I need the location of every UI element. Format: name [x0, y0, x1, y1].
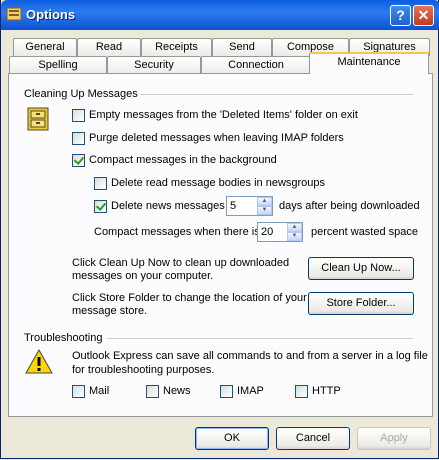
- cleanup-group-label: Cleaning Up Messages: [24, 88, 138, 100]
- delete-news-label[interactable]: Delete news messages: [111, 200, 225, 212]
- compact-percent-value[interactable]: 20: [261, 226, 273, 238]
- log-imap-checkbox[interactable]: [220, 385, 233, 398]
- empty-deleted-label[interactable]: Empty messages from the 'Deleted Items' …: [89, 109, 358, 121]
- help-button[interactable]: ?: [390, 5, 411, 26]
- log-news-label[interactable]: News: [163, 385, 191, 397]
- purge-imap-checkbox[interactable]: [72, 132, 85, 145]
- troubleshooting-description-line1: Outlook Express can save all commands to…: [72, 350, 428, 362]
- tab-send[interactable]: Send: [212, 38, 272, 56]
- spin-up-icon[interactable]: ▲: [287, 223, 302, 232]
- store-folder-button[interactable]: Store Folder...: [308, 292, 414, 315]
- compact-when-prefix: Compact messages when there is: [94, 226, 260, 238]
- store-description-line1: Click Store Folder to change the locatio…: [72, 292, 307, 304]
- delete-news-suffix: days after being downloaded: [279, 200, 420, 212]
- title-bar[interactable]: Options ? ✕: [1, 0, 439, 30]
- options-app-icon: [6, 6, 22, 22]
- troubleshooting-description-line2: for troubleshooting purposes.: [72, 364, 215, 376]
- compact-background-checkbox[interactable]: [72, 154, 85, 167]
- log-http-label[interactable]: HTTP: [312, 385, 341, 397]
- troubleshooting-group-label: Troubleshooting: [24, 332, 103, 344]
- tab-spelling[interactable]: Spelling: [9, 56, 107, 74]
- purge-imap-label[interactable]: Purge deleted messages when leaving IMAP…: [89, 132, 344, 144]
- troubleshooting-group-divider: [107, 338, 413, 339]
- tab-maintenance[interactable]: Maintenance: [309, 52, 429, 74]
- spin-down-icon[interactable]: ▼: [287, 232, 302, 241]
- file-cabinet-icon: [25, 106, 51, 132]
- cleanup-description-line2: messages on your computer.: [72, 270, 214, 282]
- compact-background-label[interactable]: Compact messages in the background: [89, 154, 277, 166]
- window-title: Options: [26, 7, 76, 22]
- ok-button[interactable]: OK: [195, 427, 269, 450]
- log-http-checkbox[interactable]: [295, 385, 308, 398]
- tab-security[interactable]: Security: [107, 56, 201, 74]
- delete-read-bodies-label[interactable]: Delete read message bodies in newsgroups: [111, 177, 325, 189]
- apply-button[interactable]: Apply: [357, 427, 431, 450]
- delete-news-checkbox[interactable]: [94, 200, 107, 213]
- delete-read-bodies-checkbox[interactable]: [94, 177, 107, 190]
- warning-icon: [25, 348, 53, 375]
- tab-read[interactable]: Read: [77, 38, 141, 56]
- log-mail-checkbox[interactable]: [72, 385, 85, 398]
- tab-general[interactable]: General: [13, 38, 77, 56]
- log-news-checkbox[interactable]: [146, 385, 159, 398]
- tab-connection[interactable]: Connection: [201, 56, 311, 74]
- log-mail-label[interactable]: Mail: [89, 385, 109, 397]
- cleanup-description-line1: Click Clean Up Now to clean up downloade…: [72, 257, 290, 269]
- compact-percent-spinner[interactable]: 20 ▲ ▼: [257, 222, 303, 242]
- clean-up-now-button[interactable]: Clean Up Now...: [308, 257, 414, 280]
- spin-up-icon[interactable]: ▲: [257, 197, 272, 206]
- spin-down-icon[interactable]: ▼: [257, 206, 272, 215]
- log-imap-label[interactable]: IMAP: [237, 385, 264, 397]
- tab-receipts[interactable]: Receipts: [141, 38, 212, 56]
- options-dialog: Options ? ✕ General Read Receipts Send C…: [0, 0, 439, 459]
- compact-when-suffix: percent wasted space: [311, 226, 419, 238]
- delete-news-days-spinner[interactable]: 5 ▲ ▼: [226, 196, 273, 216]
- delete-news-days-value[interactable]: 5: [230, 200, 236, 212]
- cleanup-group-divider: [141, 94, 413, 95]
- cancel-button[interactable]: Cancel: [276, 427, 350, 450]
- close-button[interactable]: ✕: [413, 5, 434, 26]
- empty-deleted-checkbox[interactable]: [72, 109, 85, 122]
- store-description-line2: message store.: [72, 305, 148, 317]
